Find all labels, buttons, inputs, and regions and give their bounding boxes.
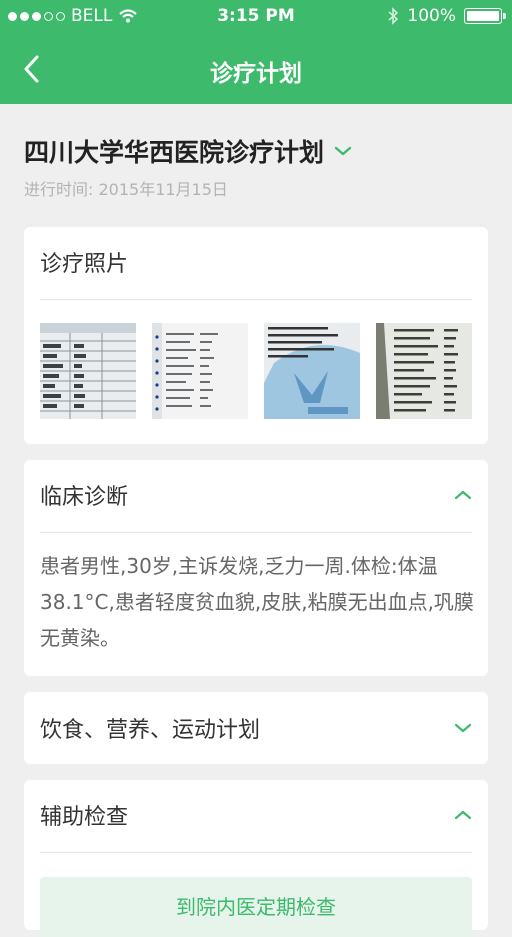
diet-title: 饮食、营养、运动计划 — [40, 718, 261, 743]
divider — [40, 532, 472, 533]
divider — [40, 299, 472, 300]
photo-thumbnail[interactable] — [376, 323, 472, 419]
bluetooth-icon — [388, 7, 399, 25]
photos-title: 诊疗照片 — [40, 252, 129, 277]
chevron-up-icon — [454, 810, 472, 820]
status-bar: BELL 3:15 PM 100% — [0, 0, 512, 34]
diagnosis-card-header[interactable]: 临床诊断 — [40, 460, 472, 530]
diagnosis-text: 患者男性,30岁,主诉发烧,乏力一周.体检:体温38.1°C,患者轻度贫血貌,皮… — [40, 554, 474, 650]
photo-thumbnail[interactable] — [40, 323, 136, 419]
battery-icon — [464, 8, 506, 24]
diagnosis-card: 临床诊断 患者男性,30岁,主诉发烧,乏力一周.体检:体温38.1°C,患者轻度… — [24, 460, 488, 676]
divider — [40, 852, 472, 853]
diet-card-header[interactable]: 饮食、营养、运动计划 — [40, 692, 472, 764]
chevron-up-icon — [454, 490, 472, 500]
chevron-down-icon — [454, 723, 472, 733]
plan-date: 进行时间: 2015年11月15日 — [24, 180, 228, 199]
photos-card: 诊疗照片 — [24, 227, 488, 444]
diagnosis-title: 临床诊断 — [40, 485, 129, 510]
battery-percent: 100% — [407, 6, 456, 26]
chevron-down-icon — [334, 146, 352, 156]
exam-card-header[interactable]: 辅助检查 — [40, 780, 472, 850]
page-title: 诊疗计划 — [210, 61, 302, 87]
exam-title: 辅助检查 — [40, 805, 129, 830]
photo-thumbnail[interactable] — [264, 323, 360, 419]
photos-card-header: 诊疗照片 — [40, 227, 472, 297]
exam-action-button[interactable]: 到院内医定期检查 — [40, 877, 472, 937]
photo-list — [40, 323, 472, 419]
diet-card[interactable]: 饮食、营养、运动计划 — [24, 692, 488, 764]
plan-title: 四川大学华西医院诊疗计划 — [24, 138, 325, 167]
status-right: 100% — [387, 6, 506, 26]
photo-thumbnail[interactable] — [152, 323, 248, 419]
plan-title-dropdown[interactable]: 四川大学华西医院诊疗计划 — [24, 133, 352, 169]
nav-bar: 诊疗计划 — [0, 34, 512, 104]
